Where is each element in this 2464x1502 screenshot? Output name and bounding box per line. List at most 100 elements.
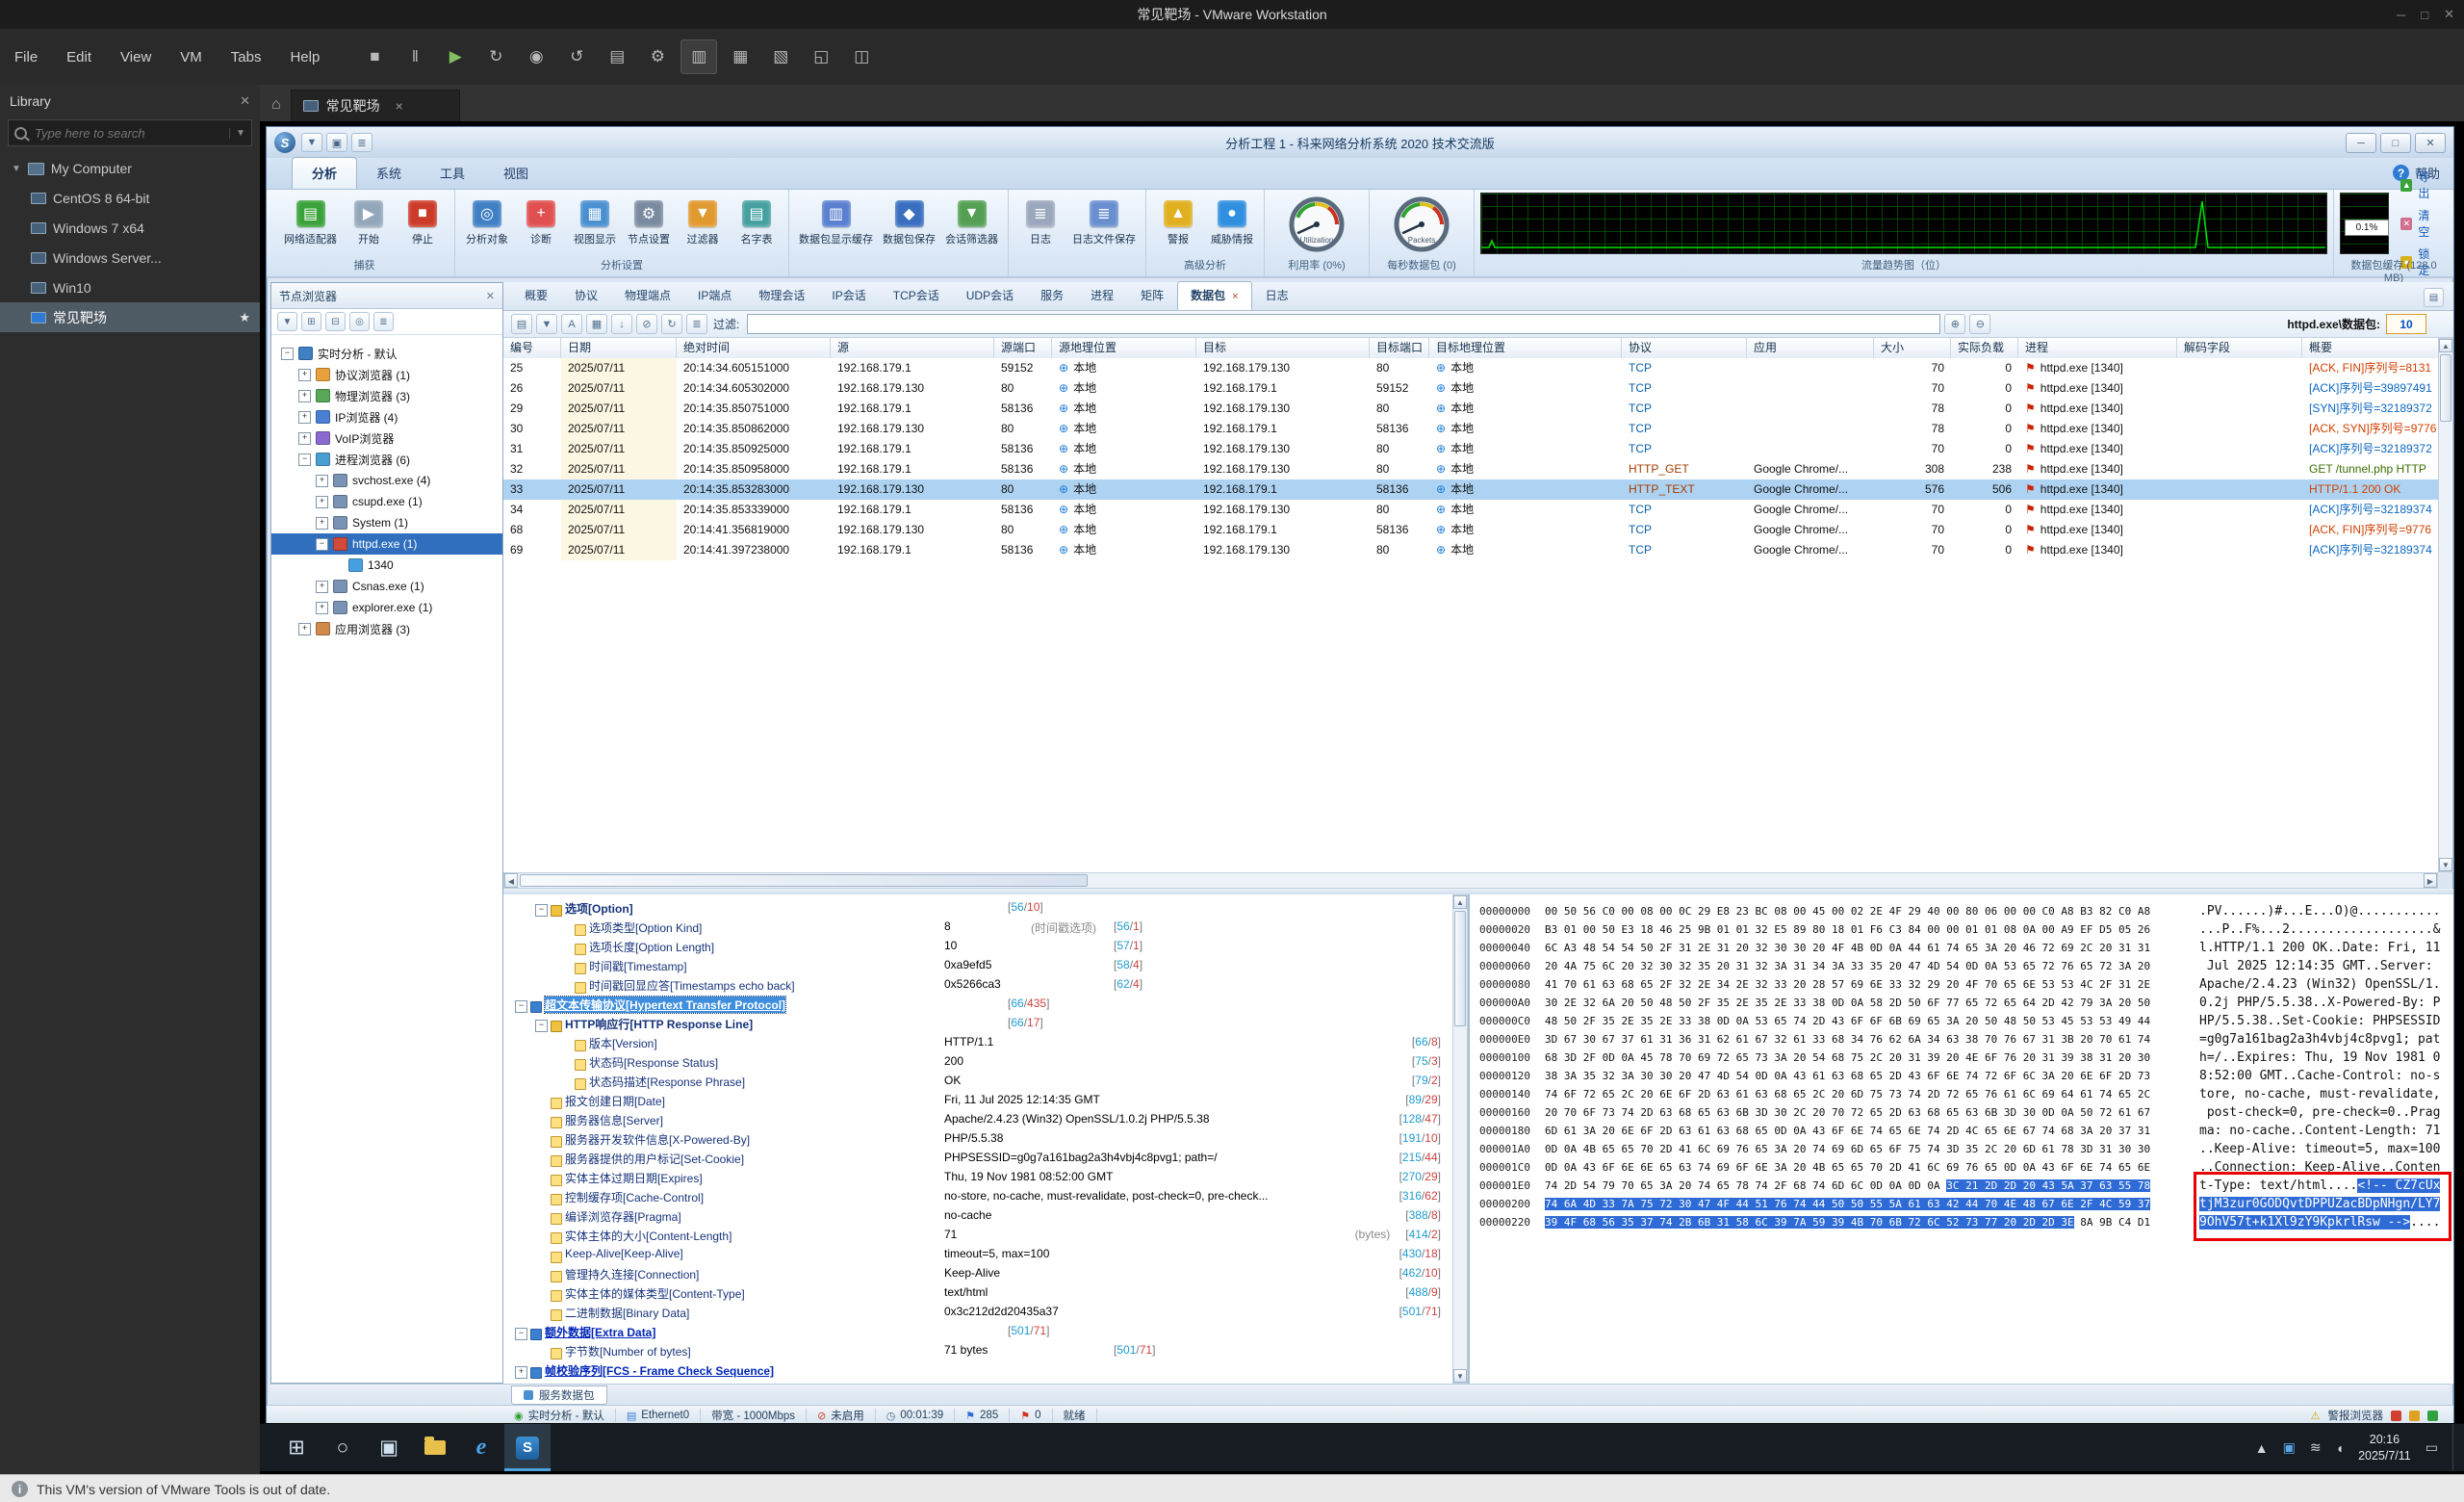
decode-row[interactable]: − 额外数据[Extra Data] [501/71] [503,1324,1452,1343]
locate-icon[interactable]: ◎ [349,312,370,331]
show-desktop-button[interactable] [2452,1424,2460,1471]
menu-vm[interactable]: VM [166,49,217,65]
node-item[interactable]: − 实时分析 - 默认 [271,343,502,364]
settings-icon[interactable]: ⚙ [640,40,675,73]
ribbon-button-stop[interactable]: ■ 停止 [397,198,449,248]
node-item[interactable]: + svchost.exe (4) [271,470,502,491]
decode-row[interactable]: 服务器信息[Server] Apache/2.4.23 (Win32) OpenS… [503,1112,1452,1131]
node-item[interactable]: + System (1) [271,512,502,533]
decode-row[interactable]: + 帧校验序列[FCS - Frame Check Sequence] [503,1362,1452,1382]
fullscreen-icon[interactable]: ◱ [804,40,838,73]
options-icon[interactable]: ≣ [686,314,707,334]
vm-tab[interactable]: 常见靶场 × [290,90,460,121]
node-item[interactable]: + IP浏览器 (4) [271,406,502,427]
ribbon-tab-系统[interactable]: 系统 [357,158,421,189]
tab-IP会话[interactable]: IP会话 [818,281,879,310]
menu-tabs[interactable]: Tabs [217,49,276,65]
expander-icon[interactable]: + [298,622,311,635]
packet-row[interactable]: 26 2025/07/11 20:14:34.605302000 192.168.17… [503,378,2438,399]
ribbon-button-packet-save[interactable]: ◆ 数据包保存 [879,198,939,248]
packet-row[interactable]: 68 2025/07/11 20:14:41.356819000 192.168.17… [503,520,2438,540]
library-root-node[interactable]: ▼ My Computer [0,154,260,183]
hex-row[interactable]: 00000120 38 3A 35 32 3A 30 30 20 47 4D 54… [1470,1067,2453,1085]
taskbar-file-explorer[interactable] [412,1424,458,1471]
tab-TCP会话[interactable]: TCP会话 [880,281,953,310]
notification-center-icon[interactable]: ▭ [2426,1439,2438,1456]
ribbon-button-threat-intel[interactable]: ● 威胁情报 [1206,198,1258,248]
expander-icon[interactable]: + [316,580,328,593]
column-header-日期[interactable]: 日期 [561,338,677,358]
ribbon-button-start[interactable]: ▶ 开始 [343,198,395,248]
refresh-icon[interactable]: ↻ [661,314,682,334]
expander-icon[interactable]: − [316,537,328,551]
minimize-icon[interactable]: ─ [2346,133,2376,153]
node-item[interactable]: 1340 [271,555,502,576]
network-icon[interactable]: ≋ [2310,1439,2322,1456]
volume-icon[interactable]: ◖ [2336,1440,2344,1456]
ribbon-button-name-table[interactable]: ▤ 名字表 [731,198,783,248]
hex-row[interactable]: 00000100 68 3D 2F 0D 0A 45 78 70 69 72 65… [1470,1049,2453,1067]
menu-file[interactable]: File [0,49,52,65]
decode-row[interactable]: 时间戳回显应答[Timestamps echo back] 0x5266ca3 [6… [503,977,1452,997]
decode-row[interactable]: − 超文本传输协议[Hypertext Transfer Protocol] [66… [503,996,1452,1016]
column-header-大小[interactable]: 大小 [1874,338,1951,358]
ribbon-button-log-save[interactable]: ≣ 日志文件保存 [1068,198,1140,248]
taskbar-edge[interactable]: e [458,1424,504,1471]
expander-icon[interactable]: + [316,601,328,614]
expander-icon[interactable]: − [535,904,548,917]
expander-icon[interactable]: + [298,368,311,381]
packet-row[interactable]: 31 2025/07/11 20:14:35.850925000 192.168.17… [503,439,2438,459]
packet-row[interactable]: 29 2025/07/11 20:14:35.850751000 192.168.17… [503,399,2438,419]
pause-icon[interactable]: ‖ [398,40,432,73]
home-icon[interactable]: ⌂ [271,96,281,114]
hex-row[interactable]: 000001A0 0D 0A 4B 65 65 70 2D 41 6C 69 76… [1470,1140,2453,1158]
menu-help[interactable]: Help [275,49,334,65]
decode-row[interactable]: − HTTP响应行[HTTP Response Line] [66/17] [503,1016,1452,1035]
library-close-icon[interactable]: ✕ [240,93,250,109]
close-tab-icon[interactable]: × [1232,291,1238,302]
ribbon-button-view-display[interactable]: ▦ 视图显示 [569,198,621,248]
library-vm-item[interactable]: 常见靶场 ★ [0,302,260,332]
column-header-源[interactable]: 源 [831,338,994,358]
ribbon-button-adapter[interactable]: ▤ 网络适配器 [280,198,341,248]
expander-icon[interactable]: − [298,453,311,466]
packet-row[interactable]: 33 2025/07/11 20:14:35.853283000 192.168.17… [503,479,2438,500]
decode-row[interactable]: 选项类型[Option Kind] 8 (时间戳选项) [56/1] [503,919,1452,939]
packet-table-hscrollbar[interactable]: ◀ ▶ [503,872,2438,889]
decode-row[interactable]: 服务器开发软件信息[X-Powered-By] PHP/5.5.38 [191/10… [503,1131,1452,1151]
decode-row[interactable]: 服务器提供的用户标记[Set-Cookie] PHPSESSID=g0g7a161… [503,1151,1452,1170]
cache-button-2[interactable]: ✕ 清空 [2400,207,2438,240]
taskbar-start[interactable]: ⊞ [273,1424,320,1471]
decode-row[interactable]: 选项长度[Option Length] 10 [57/1] [503,939,1452,958]
hex-row[interactable]: 00000140 74 6F 72 65 2C 20 6E 6F 2D 63 61… [1470,1085,2453,1103]
node-item[interactable]: + explorer.exe (1) [271,597,502,618]
alert-browser-label[interactable]: 警报浏览器 [2328,1408,2384,1423]
open-icon[interactable]: ▣ [326,133,347,152]
expand-icon[interactable]: ⊞ [301,312,321,331]
taskbar-search[interactable]: ○ [320,1424,366,1471]
node-item[interactable]: − httpd.exe (1) [271,533,502,555]
vmware-tools-icon[interactable]: ▣ [2283,1439,2296,1456]
packet-row[interactable]: 34 2025/07/11 20:14:35.853339000 192.168.17… [503,500,2438,520]
maximize-icon[interactable]: □ [2380,133,2411,153]
expand-arrow-icon[interactable]: ▼ [12,164,21,174]
node-item[interactable]: + VoIP浏览器 [271,427,502,449]
expander-icon[interactable]: + [298,431,311,445]
hex-row[interactable]: 00000040 6C A3 48 54 54 50 2F 31 2E 31 20… [1470,939,2453,957]
column-header-进程[interactable]: 进程 [2018,338,2177,358]
decode-row[interactable]: 实体主体的大小[Content-Length] 71 (bytes) [414/2] [503,1228,1452,1247]
minimize-icon[interactable]: ─ [2397,8,2405,22]
ribbon-tab-分析[interactable]: 分析 [292,157,358,189]
decode-row[interactable]: 二进制数据[Binary Data] 0x3c212d2d20435a37 [501… [503,1305,1452,1324]
auto-scroll-icon[interactable]: ↓ [611,314,632,334]
menu-view[interactable]: View [106,49,166,65]
column-header-源端口[interactable]: 源端口 [994,338,1052,358]
close-icon[interactable]: ✕ [2444,7,2454,22]
chevron-down-icon[interactable]: ▼ [229,127,245,139]
tab-概要[interactable]: 概要 [511,281,561,310]
column-header-应用[interactable]: 应用 [1747,338,1874,358]
packet-row[interactable]: 30 2025/07/11 20:14:35.850862000 192.168.17… [503,419,2438,439]
filter-input[interactable] [747,314,1941,334]
snapshot-take-icon[interactable]: ◉ [519,40,553,73]
show-library-icon[interactable]: ▥ [680,39,718,74]
